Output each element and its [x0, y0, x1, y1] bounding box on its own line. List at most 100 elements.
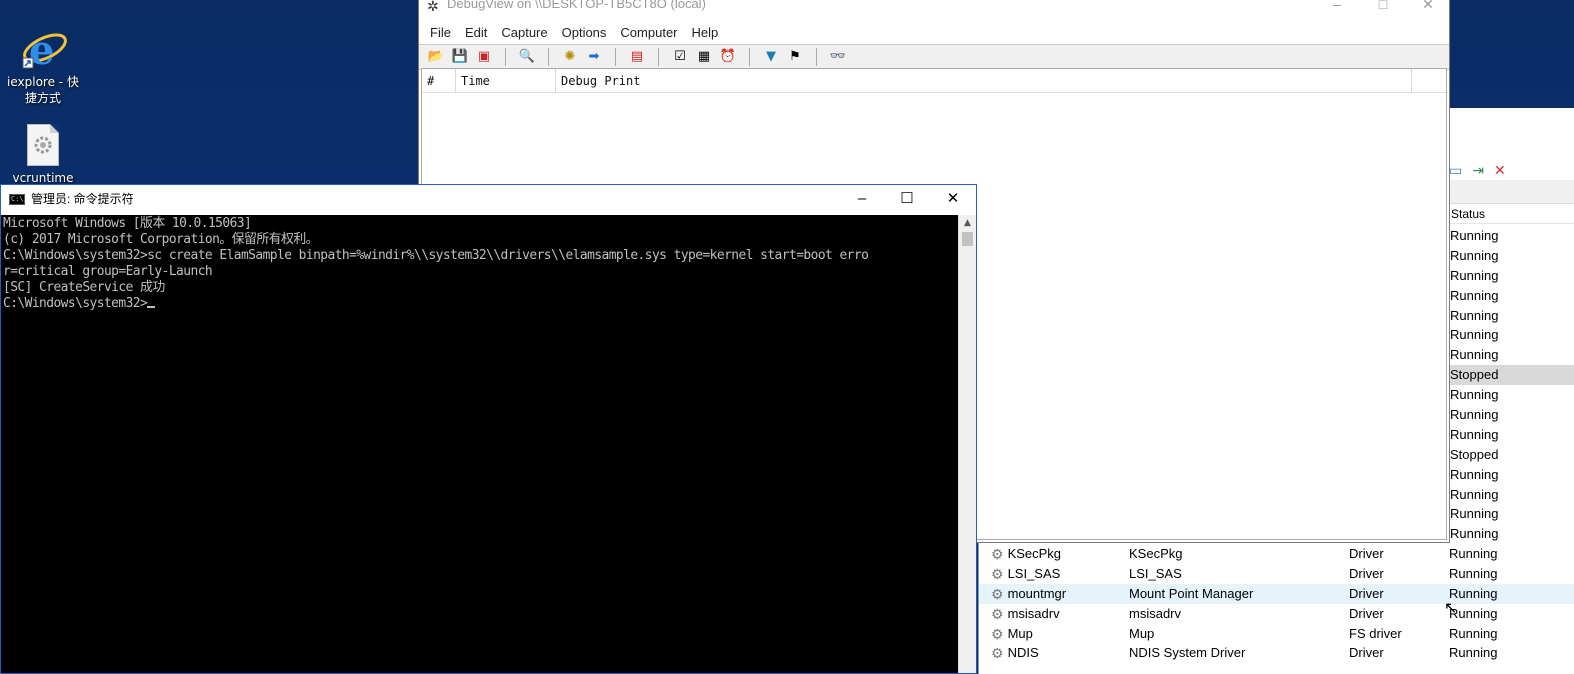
gear-icon: ⚙	[991, 605, 1004, 622]
console-prompt: C:\Windows\system32>	[3, 296, 148, 311]
status-cell: Running	[1450, 387, 1499, 403]
table-row[interactable]: ⚙ LSI_SAS LSI_SAS Driver Running	[979, 564, 1574, 584]
column-header-debug-print[interactable]: Debug Print	[556, 69, 1412, 92]
desktop-icon-vcruntime[interactable]: vcruntime	[1, 124, 85, 186]
services-table: ⚙ KSecPkg KSecPkg Driver Running ⚙ LSI_SAS…	[979, 544, 1574, 663]
table-row[interactable]: ⚙ msisadrv msisadrv Driver Running	[979, 604, 1574, 624]
status-cell: Running	[1450, 426, 1499, 442]
desktop-icon-label: iexplore - 快 捷方式	[7, 75, 79, 105]
gear-icon: ⚙	[991, 565, 1004, 582]
service-description: msisadrv	[1129, 605, 1182, 621]
status-cell: Running	[1450, 228, 1499, 243]
open-folder-icon[interactable]: 📂	[427, 48, 445, 66]
status-cell: Running	[1450, 267, 1499, 283]
menu-computer[interactable]: Computer	[613, 25, 684, 40]
clock-icon[interactable]: ⏰	[719, 48, 737, 66]
debugview-menubar: File Edit Capture Options Computer Help	[419, 21, 1449, 43]
settings-file-icon	[27, 124, 59, 166]
save-as-icon[interactable]: ▣	[475, 48, 493, 66]
table-row[interactable]: ⚙ NDIS NDIS System Driver Driver Running	[979, 643, 1574, 663]
toolbar-separator	[548, 48, 549, 66]
console-output[interactable]: Microsoft Windows [版本 10.0.15063] (c) 201…	[1, 215, 959, 673]
time-format-icon[interactable]: ▦	[695, 48, 713, 66]
desktop-icon-iexplore[interactable]: e iexplore - 快 捷方式	[1, 24, 85, 106]
close-button[interactable]: ✕	[930, 185, 976, 213]
service-name: KSecPkg	[1007, 545, 1062, 561]
mouse-pointer-icon: ↖	[1444, 598, 1458, 617]
service-description: LSI_SAS	[1129, 565, 1182, 581]
properties-icon[interactable]: ▭	[1449, 163, 1462, 179]
delete-icon[interactable]: ✕	[1494, 163, 1506, 179]
clear-display-icon[interactable]: ▤	[628, 48, 646, 66]
command-prompt-window: C:\ 管理员: 命令提示符 – ☐ ✕ Microsoft Windows […	[0, 184, 977, 674]
passthrough-icon[interactable]: ➡	[585, 48, 603, 66]
window-title: 管理员: 命令提示符	[31, 192, 134, 206]
status-cell: Running	[1450, 327, 1499, 343]
text-cursor	[147, 306, 156, 308]
filter-icon[interactable]: ▼	[762, 48, 780, 66]
gear-icon: ⚙	[991, 545, 1004, 562]
cmd-app-icon: C:\	[9, 194, 25, 205]
menu-options[interactable]: Options	[555, 25, 614, 40]
service-name: msisadrv	[1007, 605, 1060, 621]
capture-kernel-icon[interactable]: ✺	[561, 48, 579, 66]
service-name: LSI_SAS	[1007, 565, 1061, 581]
status-cell: Running	[1450, 347, 1499, 363]
table-row[interactable]: ⚙ mountmgr Mount Point Manager Driver Run…	[979, 583, 1574, 604]
scrollbar-thumb[interactable]	[962, 232, 973, 246]
debugview-app-icon: ✲	[427, 0, 439, 14]
autoscroll-icon[interactable]: ☑	[671, 48, 689, 66]
console-line: Microsoft Windows [版本 10.0.15063]	[3, 216, 252, 231]
status-column: Running Running Running Running Running …	[1449, 226, 1574, 544]
service-type: Driver	[1349, 605, 1384, 621]
find-binoculars-icon[interactable]: 👓	[829, 48, 847, 66]
toolbar-separator	[658, 48, 659, 66]
minimize-button[interactable]: –	[839, 185, 885, 213]
debug-list-header: # Time Debug Print	[422, 69, 1446, 93]
status-cell: Running	[1450, 307, 1499, 323]
console-line: C:\Windows\system32>sc create ElamSample…	[3, 248, 869, 263]
status-cell: Stopped	[1449, 365, 1574, 386]
menu-help[interactable]: Help	[685, 25, 726, 40]
service-name: NDIS	[1007, 645, 1039, 661]
service-status: Running	[1449, 565, 1498, 581]
menu-file[interactable]: File	[423, 25, 458, 40]
console-line: (c) 2017 Microsoft Corporation。保留所有权利。	[3, 232, 319, 247]
status-cell: Running	[1450, 486, 1499, 502]
menu-edit[interactable]: Edit	[458, 25, 494, 40]
service-type: Driver	[1349, 585, 1384, 601]
debugview-titlebar[interactable]: ✲ DebugView on \\DESKTOP-TB5CT8O (local)…	[419, 0, 1449, 14]
service-status: Running	[1449, 585, 1498, 601]
scroll-up-arrow-icon[interactable]: ▲	[959, 215, 976, 232]
minimize-button[interactable]: –	[1314, 0, 1360, 14]
highlight-icon[interactable]: ⚑	[786, 48, 804, 66]
status-cell: Running	[1450, 506, 1499, 522]
status-cell: Running	[1450, 466, 1499, 482]
toolbar-separator	[615, 48, 616, 66]
cmd-titlebar[interactable]: C:\ 管理员: 命令提示符 – ☐ ✕	[1, 185, 976, 215]
column-header-time[interactable]: Time	[456, 69, 556, 92]
toolbar-separator	[816, 48, 817, 66]
maximize-button[interactable]: ☐	[884, 185, 930, 213]
maximize-button[interactable]: □	[1360, 0, 1406, 14]
gear-icon: ⚙	[991, 585, 1004, 602]
cmd-scrollbar[interactable]: ▲	[958, 215, 976, 673]
table-row[interactable]: ⚙ KSecPkg KSecPkg Driver Running	[979, 544, 1574, 564]
status-column-header[interactable]: Status	[1449, 204, 1574, 224]
export-icon[interactable]: ⇥	[1472, 163, 1484, 179]
services-toolbar: ▭ ⇥ ✕	[1449, 160, 1506, 182]
service-status: Running	[1449, 605, 1498, 621]
status-cell: Running	[1450, 287, 1499, 303]
status-cell: Stopped	[1450, 446, 1499, 462]
service-description: NDIS System Driver	[1129, 645, 1246, 661]
close-button[interactable]: ✕	[1405, 0, 1451, 14]
console-prompt-line: C:\Windows\system32>	[3, 296, 959, 312]
table-row[interactable]: ⚙ Mup Mup FS driver Running	[979, 624, 1574, 644]
service-description: Mount Point Manager	[1129, 585, 1254, 601]
save-icon[interactable]: 💾	[451, 48, 469, 66]
debugview-toolbar: 📂 💾 ▣ 🔍 ✺ ➡ ▤ ☑ ▦ ⏰ ▼ ⚑ 👓	[419, 44, 1449, 70]
service-status: Running	[1449, 546, 1498, 561]
capture-icon[interactable]: 🔍	[518, 48, 536, 66]
column-header-number[interactable]: #	[422, 69, 456, 92]
menu-capture[interactable]: Capture	[494, 25, 554, 40]
